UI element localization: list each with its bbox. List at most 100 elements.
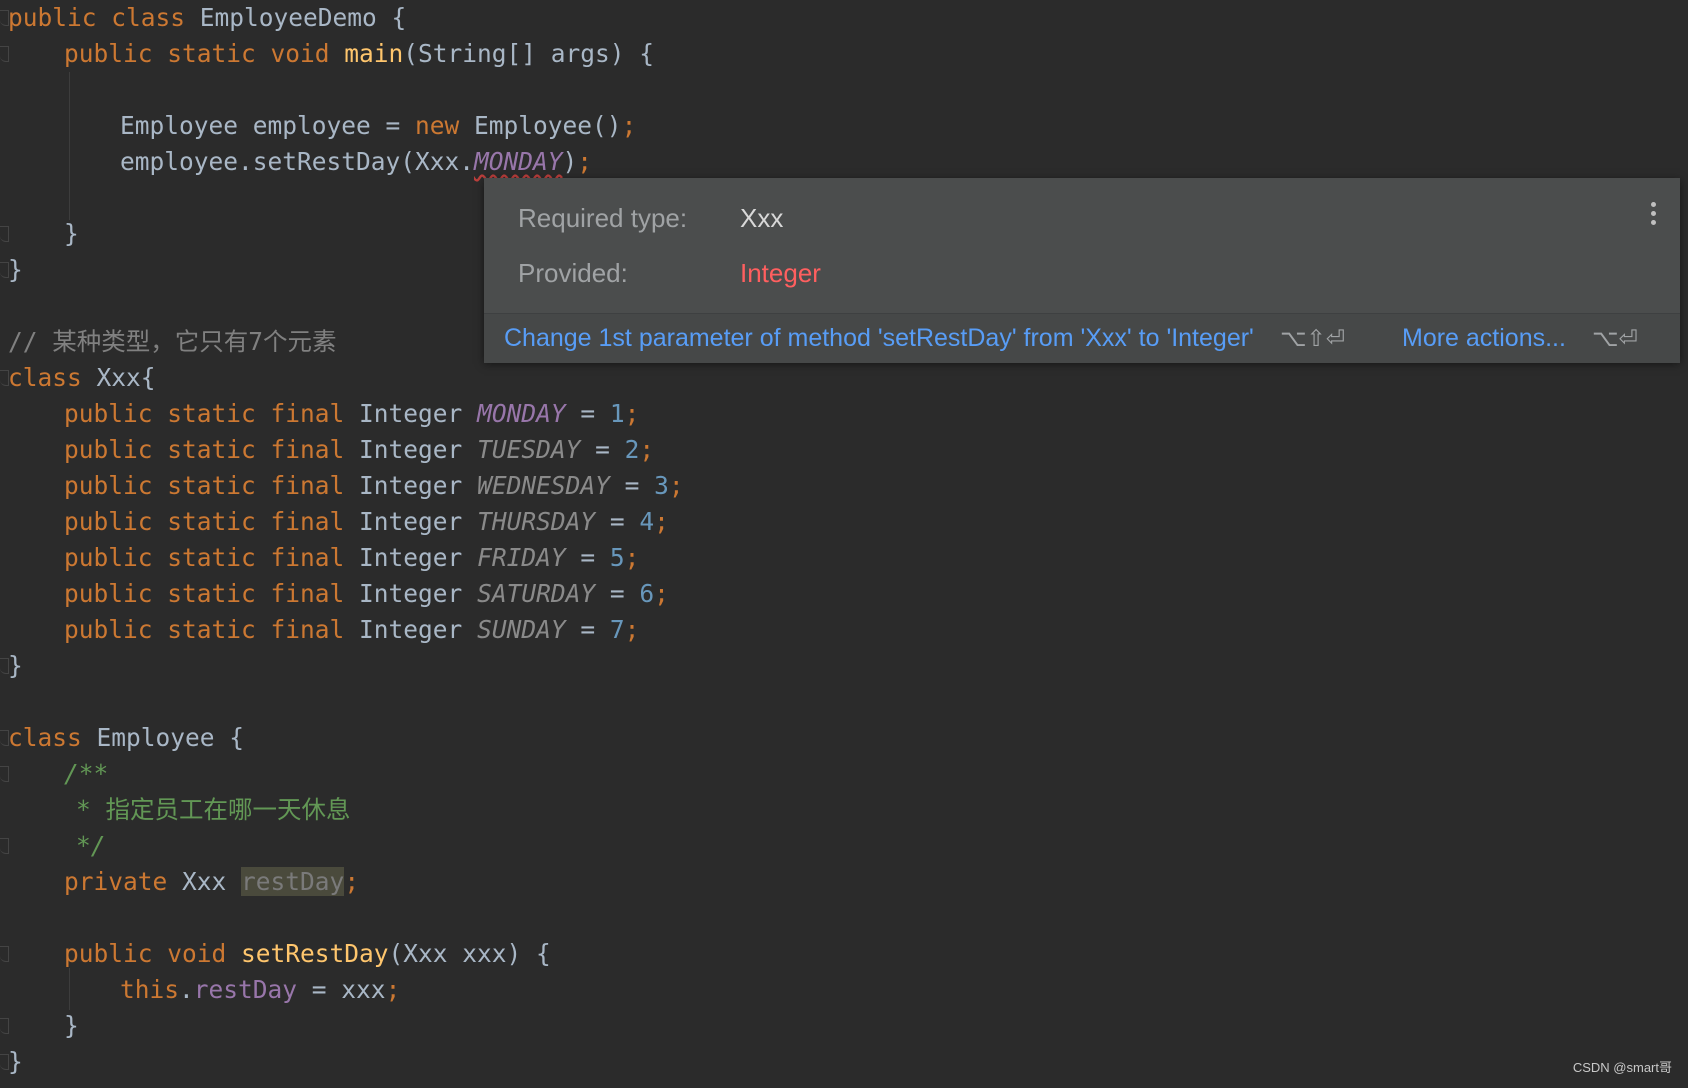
fold-icon[interactable] xyxy=(0,1018,9,1034)
code-line[interactable]: /** xyxy=(64,756,108,792)
code-line[interactable]: } xyxy=(8,1044,23,1080)
required-type-label: Required type: xyxy=(518,203,688,233)
constant-name: SATURDAY xyxy=(477,579,596,608)
class-name: Xxx{ xyxy=(96,363,156,392)
keyword: public static final xyxy=(64,507,345,536)
semicolon: ; xyxy=(344,867,360,896)
code-line[interactable]: public static final Integer THURSDAY = 4… xyxy=(64,504,669,540)
constant-value: 5 xyxy=(609,543,625,572)
code-editor[interactable]: public class EmployeeDemo { public stati… xyxy=(0,0,1688,1088)
required-type-value: Xxx xyxy=(740,203,784,233)
semicolon: ; xyxy=(639,435,655,464)
semicolon: ; xyxy=(624,399,640,428)
keyword: this xyxy=(120,975,180,1004)
code-line[interactable]: public static final Integer WEDNESDAY = … xyxy=(64,468,684,504)
type-name: Integer xyxy=(359,471,463,500)
type-name: Integer xyxy=(359,507,463,536)
keyword: public static final xyxy=(64,399,345,428)
constant-value: 2 xyxy=(624,435,640,464)
vertical-dots-icon[interactable] xyxy=(1648,202,1658,230)
constructor-call: Employee() xyxy=(474,111,622,140)
comment: // 某种类型，它只有7个元素 xyxy=(8,327,337,356)
constant-value: 3 xyxy=(654,471,669,500)
constant-value: 4 xyxy=(639,507,655,536)
type-name: Integer xyxy=(359,579,463,608)
code-line[interactable]: class Employee { xyxy=(8,720,244,756)
code-line[interactable]: this.restDay = xxx; xyxy=(120,972,400,1008)
provided-label: Provided: xyxy=(518,258,628,288)
code-line[interactable]: employee.setRestDay(Xxx.MONDAY); xyxy=(120,144,592,180)
keyword: public static final xyxy=(64,435,345,464)
code-line[interactable]: public static final Integer TUESDAY = 2; xyxy=(64,432,654,468)
more-actions-link[interactable]: More actions... xyxy=(1402,320,1566,356)
params: (Xxx xxx) { xyxy=(388,939,551,968)
code-line[interactable]: } xyxy=(64,216,79,252)
keyword: public static final xyxy=(64,543,345,572)
constant-name: TUESDAY xyxy=(477,435,581,464)
unused-field[interactable]: restDay xyxy=(241,867,345,896)
code-line[interactable]: } xyxy=(8,648,23,684)
code-line[interactable]: */ xyxy=(76,828,106,864)
keyword: public void xyxy=(64,939,227,968)
popup-actions-bar: Change 1st parameter of method 'setRestD… xyxy=(484,313,1680,363)
paren: ) xyxy=(562,147,578,176)
keyword: class xyxy=(8,723,82,752)
code-line[interactable]: } xyxy=(64,1008,79,1044)
error-tooltip-popup: Required type: Xxx Provided: Integer Cha… xyxy=(484,178,1680,363)
fold-icon[interactable] xyxy=(0,946,9,962)
keyword: public static final xyxy=(64,579,345,608)
declaration: Employee employee = xyxy=(120,111,416,140)
code-line[interactable]: public static void main(String[] args) { xyxy=(64,36,654,72)
semicolon: ; xyxy=(654,579,669,608)
class-name: Employee { xyxy=(96,723,245,752)
code-line[interactable]: public static final Integer SATURDAY = 6… xyxy=(64,576,669,612)
class-name: EmployeeDemo { xyxy=(199,3,407,32)
more-actions-shortcut-hint: ⌥⏎ xyxy=(1592,325,1638,351)
indent-guide xyxy=(69,968,70,1010)
constant-value: 7 xyxy=(609,615,625,644)
constant-value: 6 xyxy=(639,579,655,608)
code-line[interactable]: public static final Integer SUNDAY = 7; xyxy=(64,612,639,648)
error-argument[interactable]: MONDAY xyxy=(474,147,563,176)
type-name: Integer xyxy=(359,435,463,464)
code-line[interactable]: public static final Integer MONDAY = 1; xyxy=(64,396,639,432)
code-line[interactable]: class Xxx{ xyxy=(8,360,156,396)
semicolon: ; xyxy=(577,147,593,176)
indent-guide xyxy=(69,72,70,220)
constant-name: SUNDAY xyxy=(477,615,566,644)
fold-icon[interactable] xyxy=(0,838,9,854)
code-line[interactable]: // 某种类型，它只有7个元素 xyxy=(8,324,337,360)
doc-comment: */ xyxy=(76,831,106,860)
method-name: main xyxy=(344,39,404,68)
fold-icon[interactable] xyxy=(0,766,9,782)
doc-comment: /** xyxy=(64,759,109,788)
constant-name: FRIDAY xyxy=(477,543,566,572)
field-ref: restDay xyxy=(193,975,298,1004)
params: (String[] args) { xyxy=(403,39,655,68)
constant-name: THURSDAY xyxy=(477,507,596,536)
constant-name: MONDAY xyxy=(477,399,566,428)
keyword: public class xyxy=(8,3,186,32)
doc-comment: * 指定员工在哪一天休息 xyxy=(76,795,351,824)
code-line[interactable]: public void setRestDay(Xxx xxx) { xyxy=(64,936,551,972)
code-line[interactable]: private Xxx restDay; xyxy=(64,864,359,900)
fold-icon[interactable] xyxy=(0,46,9,62)
semicolon: ; xyxy=(621,111,637,140)
keyword: private xyxy=(64,867,168,896)
code-line[interactable]: * 指定员工在哪一天休息 xyxy=(76,792,351,828)
constant-name: WEDNESDAY xyxy=(477,471,610,500)
change-parameter-fix-link[interactable]: Change 1st parameter of method 'setRestD… xyxy=(504,320,1254,356)
fold-icon[interactable] xyxy=(0,226,9,242)
code-line[interactable]: public static final Integer FRIDAY = 5; xyxy=(64,540,639,576)
code-line[interactable]: } xyxy=(8,252,23,288)
code-line[interactable]: public class EmployeeDemo { xyxy=(8,0,406,36)
fix-shortcut-hint: ⌥⇧⏎ xyxy=(1280,325,1346,351)
keyword: public static final xyxy=(64,615,345,644)
method-name: setRestDay xyxy=(241,939,389,968)
type-name: Xxx xyxy=(182,867,242,896)
code-line[interactable]: Employee employee = new Employee(); xyxy=(120,108,636,144)
keyword: public static final xyxy=(64,471,345,500)
semicolon: ; xyxy=(385,975,401,1004)
constant-value: 1 xyxy=(609,399,625,428)
type-name: Integer xyxy=(359,543,463,572)
